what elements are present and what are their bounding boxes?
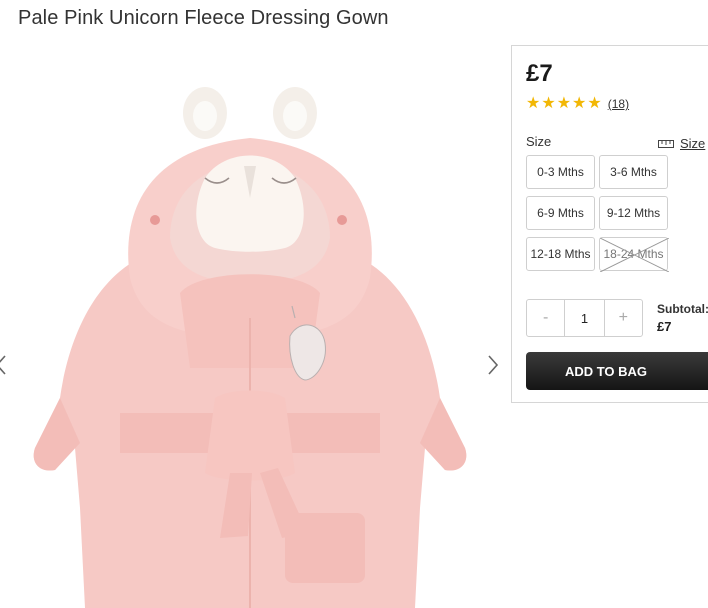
subtotal-label: Subtotal: [657,302,708,316]
add-to-bag-button[interactable]: ADD TO BAG [526,352,708,390]
star-icon: ★ [587,95,602,112]
purchase-panel: £7 ★ ★ ★ ★ ★ (18) Size Size 0-3 Mths 3-6… [511,45,708,403]
product-title: Pale Pink Unicorn Fleece Dressing Gown [18,7,389,29]
review-count-link[interactable]: (18) [608,97,629,111]
ruler-icon [658,139,674,148]
product-rating: ★ ★ ★ ★ ★ (18) [526,96,629,112]
quantity-increase-button[interactable]: + [605,300,642,336]
subtotal-value: £7 [657,319,672,334]
star-icon: ★ [526,95,541,112]
size-label: Size [526,134,552,149]
size-option-label: 12-18 Mths [530,247,591,261]
size-option-label: 0-3 Mths [537,165,584,179]
size-option-9-12-mths[interactable]: 9-12 Mths [599,196,668,230]
size-option-6-9-mths[interactable]: 6-9 Mths [526,196,595,230]
star-icon: ★ [572,95,587,112]
size-guide-label: Size [680,136,706,151]
size-option-label: 9-12 Mths [606,206,661,220]
product-price: £7 [526,60,553,87]
size-option-label: 6-9 Mths [537,206,584,220]
star-icon: ★ [541,95,556,112]
product-image-carousel [0,48,510,608]
chevron-right-icon [488,355,499,375]
chevron-left-icon [0,355,6,375]
size-option-18-24-mths[interactable]: 18-24 Mths [599,237,669,272]
size-option-3-6-mths[interactable]: 3-6 Mths [599,155,668,189]
size-option-label: 3-6 Mths [610,165,657,179]
carousel-next-button[interactable] [485,353,501,377]
quantity-decrease-button[interactable]: - [527,300,564,336]
size-guide-link[interactable]: Size [658,136,705,151]
quantity-stepper: - 1 + [526,299,643,337]
product-image [33,87,467,608]
star-icon: ★ [556,95,572,112]
quantity-input[interactable]: 1 [564,300,605,336]
unavailable-cross-icon [600,238,669,272]
size-option-0-3-mths[interactable]: 0-3 Mths [526,155,595,189]
size-option-12-18-mths[interactable]: 12-18 Mths [526,237,595,271]
carousel-prev-button[interactable] [0,353,10,377]
